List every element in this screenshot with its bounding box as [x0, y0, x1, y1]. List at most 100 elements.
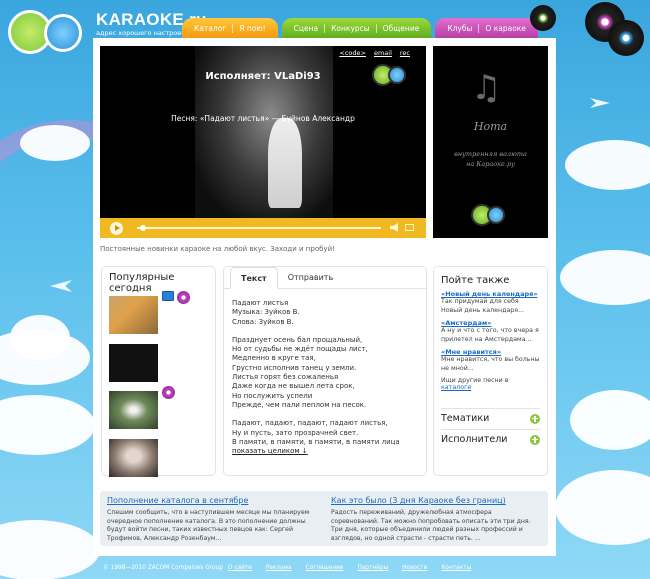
song-excerpt: Так придумай для себя Новый день календа…	[441, 298, 525, 314]
cloud-decoration	[10, 315, 70, 360]
song-link[interactable]: «Новый день календаря»	[441, 290, 540, 298]
news-title[interactable]: Как это было (3 дня Караоке без границ)	[331, 496, 541, 505]
popular-today: Популярные сегодня	[101, 266, 216, 477]
cloud-decoration	[0, 395, 95, 455]
expand-plus-icon[interactable]	[530, 413, 540, 424]
nav-group-orange: Каталог Я пою!	[182, 18, 278, 38]
song-excerpt: А ну и что с того, что вчера я прилетел …	[441, 327, 539, 343]
sing-also-title: Пойте также	[441, 275, 510, 286]
song-link[interactable]: «Амстердам»	[441, 319, 540, 327]
nav-group-green: Сцена Конкурсы Общение	[281, 18, 432, 38]
main-nav: Каталог Я пою! Сцена Конкурсы Общение Кл…	[182, 18, 538, 38]
video-player[interactable]: <code> email rec Исполняет: VLaDi93 Песн…	[100, 46, 426, 238]
news-item: Как это было (3 дня Караоке без границ) …	[331, 496, 541, 543]
list-item: «Амстердам» А ну и что с того, что вчера…	[434, 319, 547, 344]
lyrics-verse: Празднует осень бал прощальный, Но от су…	[232, 336, 426, 410]
volume-icon[interactable]	[390, 223, 398, 232]
expand-plus-icon[interactable]	[530, 434, 540, 445]
news-title[interactable]: Пополнение каталога в сентябре	[107, 496, 317, 505]
footer-link-partners[interactable]: Партнёры	[358, 565, 389, 571]
nav-item-about[interactable]: О караоке	[478, 23, 532, 33]
lyrics-header: Падают листья Музыка: Зуйков В. Слова: З…	[232, 299, 426, 327]
nota-subtitle-line: на Караоке.ру	[466, 160, 515, 168]
news-strip: Пополнение каталога в сентябре Спешим со…	[100, 491, 548, 546]
lyrics-line: Ну и пусть, зато прозрачней свет.	[232, 428, 359, 437]
footer-link-news[interactable]: Новости	[402, 565, 427, 571]
nota-promo[interactable]: ♫ Нота внутренняя валюта на Караоке.ру	[433, 46, 548, 238]
popular-thumb[interactable]	[109, 439, 158, 477]
footer-links: О сайте Реклама Соглашение Партнёры Ново…	[228, 565, 471, 571]
progress-track[interactable]	[137, 225, 381, 231]
vinyl-disc-icon	[530, 5, 556, 31]
footer-link-terms[interactable]: Соглашение	[306, 565, 344, 571]
site-logo[interactable]	[8, 6, 92, 56]
nav-item-i-sing[interactable]: Я пою!	[232, 23, 271, 33]
singer-figure	[268, 118, 302, 208]
nav-item-clubs[interactable]: Клубы	[441, 24, 478, 33]
popular-thumb[interactable]	[109, 296, 158, 334]
site-tagline: Постоянные новинки караоке на любой вкус…	[100, 245, 335, 253]
lyrics-box: Текст Отправить Падают листья Музыка: Зу…	[223, 266, 427, 476]
popular-thumb[interactable]	[109, 344, 158, 382]
disc-badge-icon	[177, 291, 190, 304]
themes-row[interactable]: Тематики	[441, 408, 540, 428]
player-controls	[100, 218, 426, 238]
catalog-search-hint: Ищи другие песни в каталоге	[434, 377, 547, 391]
song-excerpt: Мне нравится, что вы больны не мной...	[441, 356, 540, 372]
fullscreen-icon[interactable]	[405, 224, 414, 231]
progress-knob[interactable]	[139, 225, 146, 231]
lyrics-line: Слова: Зуйков В.	[232, 317, 294, 326]
paper-plane-icon	[590, 98, 610, 108]
rec-link[interactable]: rec	[400, 49, 410, 57]
lyrics-line: Музыка: Зуйков В.	[232, 308, 300, 317]
song-link[interactable]: «Мне нравится»	[441, 348, 540, 356]
lyrics-line: Но от судьбы не ждёт пощады лист,	[232, 345, 368, 354]
lyrics-line: Празднует осень бал прощальный,	[232, 335, 363, 344]
lyrics-line: Листья горят без сожаленья	[232, 373, 339, 382]
cloud-decoration	[560, 250, 650, 305]
footer-link-contacts[interactable]: Контакты	[441, 565, 471, 571]
music-note-icon: ♫	[471, 68, 502, 108]
lyrics-line: Прежде, чем пали пеплом на песок.	[232, 400, 367, 409]
logo-face-blue-icon	[44, 14, 82, 52]
cloud-decoration	[565, 140, 650, 190]
cloud-decoration	[555, 470, 650, 545]
lyrics-line: Медленно в круге тая,	[232, 354, 316, 363]
nav-item-stage[interactable]: Сцена	[288, 24, 324, 33]
lyrics-tabs: Текст Отправить	[224, 267, 426, 289]
player-links: <code> email rec	[339, 49, 410, 57]
nav-item-contests[interactable]: Конкурсы	[324, 23, 376, 33]
lyrics-line: Падают, падают, падают, падают листья,	[232, 419, 388, 428]
nota-title: Нота	[473, 120, 508, 133]
code-link[interactable]: <code>	[339, 49, 366, 57]
cloud-decoration	[20, 125, 90, 161]
popular-thumb[interactable]	[109, 391, 158, 429]
tab-text[interactable]: Текст	[230, 267, 278, 289]
artists-row[interactable]: Исполнители	[441, 429, 540, 449]
catalog-link[interactable]: каталоге	[441, 384, 471, 391]
popular-title: Популярные сегодня	[109, 272, 175, 294]
sing-also: Пойте также «Новый день календаря» Так п…	[433, 266, 548, 476]
play-button[interactable]	[110, 221, 123, 235]
nav-item-community[interactable]: Общение	[375, 23, 426, 33]
news-text: Спешим сообщить, что в наступившем месяц…	[107, 509, 310, 542]
tab-send[interactable]: Отправить	[278, 267, 343, 288]
disc-badge-icon	[162, 386, 175, 399]
email-link[interactable]: email	[374, 49, 392, 57]
lyrics-line: Падают листья	[232, 299, 289, 307]
vinyl-disc-icon	[608, 20, 644, 56]
footer-link-about[interactable]: О сайте	[228, 565, 252, 571]
footer-link-ads[interactable]: Реклама	[266, 565, 292, 571]
show-all-link[interactable]: показать целиком ↓	[232, 447, 308, 455]
cloud-decoration	[570, 390, 650, 450]
player-artist: Исполняет: VLaDi93	[205, 71, 321, 82]
cloud-decoration	[0, 520, 100, 579]
thumb-badges	[162, 291, 190, 304]
search-hint-text: Ищи другие песни в	[441, 377, 509, 384]
lyrics-line: Даже когда не вышел лета срок,	[232, 382, 355, 391]
lyrics-line: В памяти, в памяти, в памяти, в памяти л…	[232, 437, 400, 446]
news-item: Пополнение каталога в сентябре Спешим со…	[107, 496, 317, 543]
nav-item-catalog[interactable]: Каталог	[188, 24, 232, 33]
lyrics-line: Но послужить успели	[232, 391, 313, 400]
video-badge-icon	[162, 291, 174, 301]
